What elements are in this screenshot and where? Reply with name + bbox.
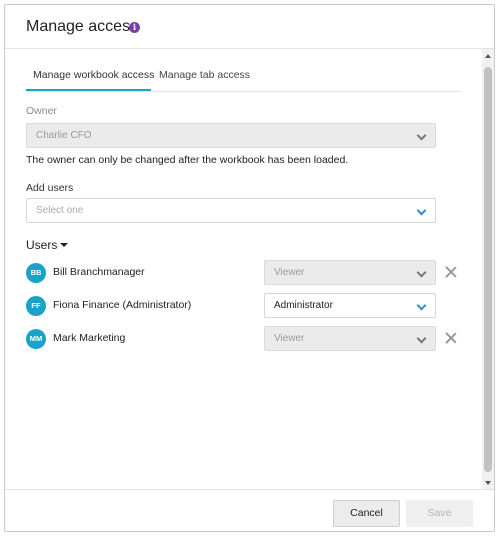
chevron-down-icon (416, 130, 427, 141)
user-row: BB Bill Branchmanager Viewer (26, 257, 460, 289)
tab-bar: Manage workbook access Manage tab access (26, 63, 460, 92)
user-name: Bill Branchmanager (53, 266, 145, 278)
avatar: BB (26, 263, 46, 283)
caret-down-icon[interactable] (60, 243, 68, 247)
chevron-down-icon (416, 267, 427, 278)
cancel-button[interactable]: Cancel (333, 500, 400, 527)
user-name: Fiona Finance (Administrator) (53, 299, 192, 311)
scrollbar-thumb[interactable] (484, 67, 492, 472)
save-button[interactable]: Save (406, 500, 473, 527)
remove-user-icon[interactable] (445, 332, 457, 344)
dialog-footer: Cancel Save (5, 489, 494, 531)
role-select[interactable]: Administrator (264, 293, 436, 318)
manage-access-dialog: Manage access i Manage workbook access M… (4, 4, 495, 532)
add-users-placeholder: Select one (36, 205, 84, 216)
tab-manage-workbook-access[interactable]: Manage workbook access (33, 69, 154, 81)
user-name: Mark Marketing (53, 332, 126, 344)
user-row: MM Mark Marketing Viewer (26, 323, 460, 355)
active-tab-indicator (26, 89, 151, 91)
avatar: MM (26, 329, 46, 349)
chevron-down-icon (416, 333, 427, 344)
user-row: FF Fiona Finance (Administrator) Adminis… (26, 290, 460, 322)
chevron-down-icon (416, 300, 427, 311)
chevron-down-icon (416, 205, 427, 216)
dialog-title: Manage access (26, 18, 139, 35)
scroll-up-icon[interactable] (485, 54, 491, 58)
role-select-value: Administrator (274, 300, 333, 311)
avatar: FF (26, 296, 46, 316)
owner-label: Owner (26, 105, 57, 117)
owner-select[interactable]: Charlie CFO (26, 123, 436, 148)
role-select[interactable]: Viewer (264, 326, 436, 351)
dialog-content: Manage workbook access Manage tab access… (26, 49, 460, 489)
tab-manage-tab-access[interactable]: Manage tab access (159, 69, 250, 81)
remove-user-icon[interactable] (445, 266, 457, 278)
info-icon[interactable]: i (129, 22, 140, 33)
add-users-label: Add users (26, 182, 74, 194)
owner-select-value: Charlie CFO (36, 130, 92, 141)
vertical-scrollbar[interactable] (482, 49, 494, 489)
role-select-value: Viewer (274, 267, 305, 278)
add-users-select[interactable]: Select one (26, 198, 436, 223)
owner-note: The owner can only be changed after the … (26, 154, 349, 166)
dialog-header: Manage access i (5, 5, 494, 49)
scroll-down-icon[interactable] (485, 481, 491, 485)
users-heading[interactable]: Users (26, 238, 57, 252)
role-select-value: Viewer (274, 333, 305, 344)
role-select[interactable]: Viewer (264, 260, 436, 285)
